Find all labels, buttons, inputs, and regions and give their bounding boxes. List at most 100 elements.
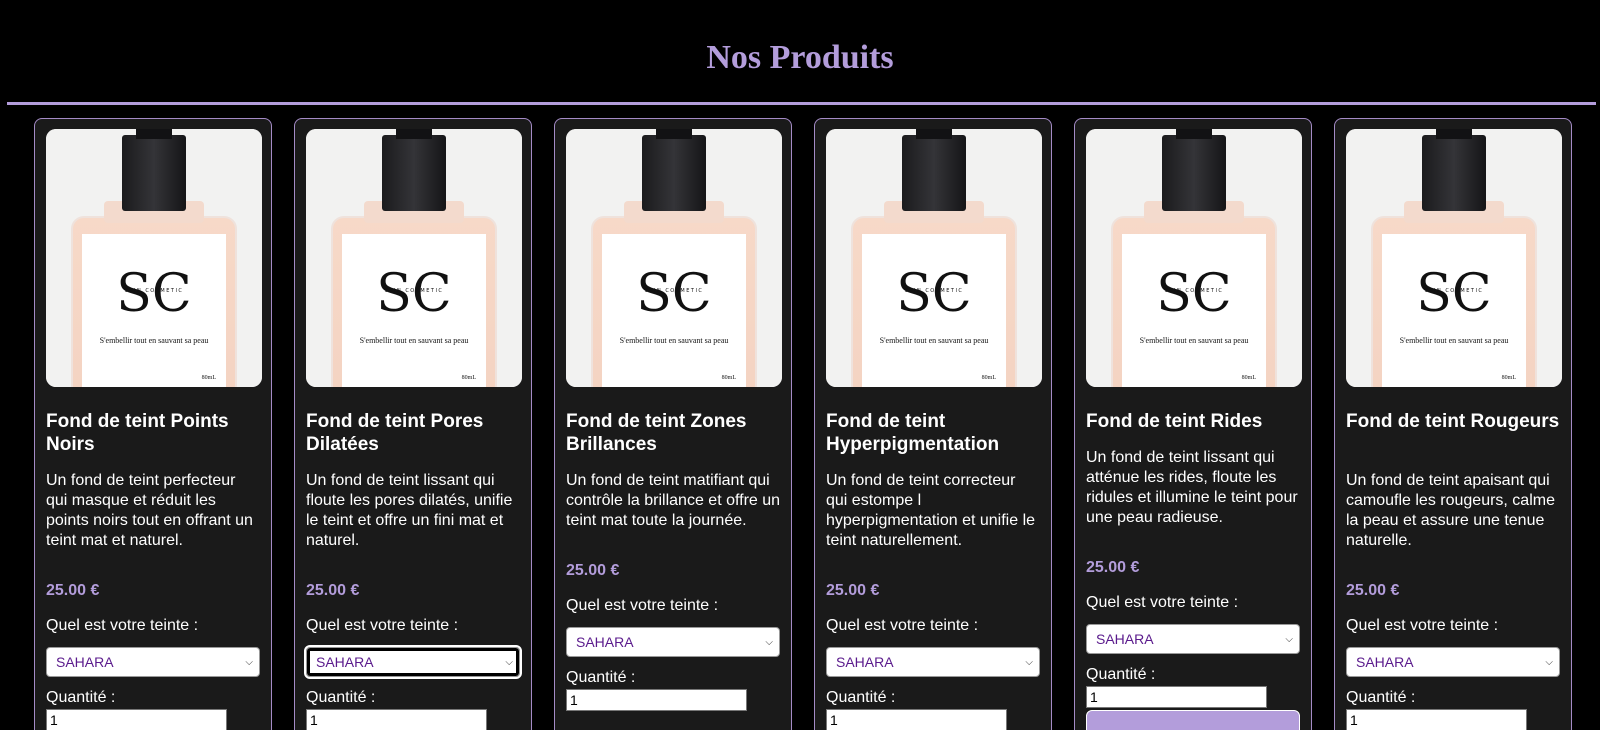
bottle-illustration: SCSKIN COSMETIC S'embellir tout en sauvan…	[826, 129, 1042, 387]
label-slogan: S'embellir tout en sauvant sa peau	[880, 336, 989, 345]
product-card: SC SKIN COSMETIC S'embellir tout en sauvan…	[1334, 118, 1572, 730]
label-volume: 80mL	[202, 375, 217, 381]
label-slogan: S'embellir tout en sauvant sa peau	[1140, 336, 1249, 345]
bottle-illustration: SCSKIN COSMETIC S'embellir tout en sauvan…	[1086, 129, 1302, 387]
label-volume: 80mL	[1242, 375, 1257, 381]
bottle-illustration: SCSKIN COSMETIC S'embellir tout en sauvan…	[566, 129, 782, 387]
product-price: 25.00 €	[306, 582, 360, 599]
bottle-illustration: SCSKIN COSMETIC S'embellir tout en sauvan…	[306, 129, 522, 387]
quantity-input[interactable]: 1	[306, 709, 487, 730]
product-card: SC SKIN COSMETIC S'embellir tout en sauvan…	[1074, 118, 1312, 730]
logo-brand-text: SKIN COSMETIC	[1425, 288, 1484, 294]
shade-label: Quel est votre teinte :	[306, 617, 459, 634]
product-price: 25.00 €	[1086, 559, 1140, 576]
product-card: SC SKIN COSMETIC S'embellir tout en sauvan…	[34, 118, 272, 730]
quantity-input[interactable]: 1	[566, 689, 747, 711]
logo-monogram: SC	[1416, 264, 1491, 324]
product-description: Un fond de teint apaisant qui camoufle l…	[1346, 472, 1555, 549]
logo-brand-text: SKIN COSMETIC	[905, 288, 964, 294]
product-price: 25.00 €	[1346, 582, 1400, 599]
product-image: SC SKIN COSMETIC S'embellir tout en sauvan…	[46, 129, 262, 387]
shade-select[interactable]: SAHARA ⌵	[304, 645, 522, 679]
logo-monogram: SC	[376, 264, 451, 324]
product-description: Un fond de teint correcteur qui estompe …	[826, 472, 1036, 549]
logo-monogram: SC	[1156, 264, 1231, 324]
shade-label: Quel est votre teinte :	[566, 597, 719, 614]
logo-monogram: SC	[636, 264, 711, 324]
shade-select[interactable]: SAHARA ⌵	[46, 647, 260, 677]
product-price: 25.00 €	[46, 582, 100, 599]
chevron-down-icon: ⌵	[1025, 656, 1033, 668]
shade-select[interactable]: SAHARA ⌵	[566, 627, 780, 657]
shade-label: Quel est votre teinte :	[46, 617, 199, 634]
logo-brand-text: SKIN COSMETIC	[645, 288, 704, 294]
product-description: Un fond de teint lissant qui floute les …	[306, 472, 513, 549]
product-card: SC SKIN COSMETIC S'embellir tout en sauvan…	[294, 118, 532, 730]
product-name: Fond de teint Zones Brillances	[566, 411, 747, 455]
label-slogan: S'embellir tout en sauvant sa peau	[1400, 336, 1509, 345]
shade-select-value: SAHARA	[56, 654, 114, 670]
quantity-input[interactable]: 1	[826, 709, 1007, 730]
product-name: Fond de teint Hyperpigmentation	[826, 411, 1000, 455]
logo-monogram: SC	[896, 264, 971, 324]
quantity-label: Quantité :	[566, 669, 636, 686]
label-volume: 80mL	[1502, 375, 1517, 381]
quantity-label: Quantité :	[826, 689, 896, 706]
shade-select-value: SAHARA	[576, 634, 634, 650]
product-image: SC SKIN COSMETIC S'embellir tout en sauvan…	[826, 129, 1042, 387]
quantity-input[interactable]: 1	[46, 709, 227, 730]
product-name: Fond de teint Pores Dilatées	[306, 411, 484, 455]
product-description: Un fond de teint perfecteur qui masque e…	[46, 472, 253, 549]
product-name: Fond de teint Rides	[1086, 411, 1263, 432]
chevron-down-icon: ⌵	[765, 636, 773, 648]
page-title: Nos Produits	[706, 39, 894, 76]
quantity-label: Quantité :	[306, 689, 376, 706]
shade-select[interactable]: SAHARA ⌵	[1346, 647, 1560, 677]
add-to-cart-button[interactable]	[1086, 710, 1300, 730]
product-image: SC SKIN COSMETIC S'embellir tout en sauvan…	[306, 129, 522, 387]
product-card: SC SKIN COSMETIC S'embellir tout en sauvan…	[554, 118, 792, 730]
product-price: 25.00 €	[826, 582, 880, 599]
chevron-down-icon: ⌵	[1285, 633, 1293, 645]
product-name: Fond de teint Points Noirs	[46, 411, 229, 455]
bottle-illustration: SCSKIN COSMETIC S'embellir tout en sauvan…	[1346, 129, 1562, 387]
product-card: SC SKIN COSMETIC S'embellir tout en sauvan…	[814, 118, 1052, 730]
product-description: Un fond de teint lissant qui atténue les…	[1086, 449, 1298, 526]
header-divider	[7, 102, 1596, 105]
quantity-label: Quantité :	[46, 689, 116, 706]
logo-brand-text: SKIN COSMETIC	[1165, 288, 1224, 294]
logo-brand-text: SKIN COSMETIC	[385, 288, 444, 294]
product-image: SC SKIN COSMETIC S'embellir tout en sauvan…	[1086, 129, 1302, 387]
quantity-input[interactable]: 1	[1086, 686, 1267, 708]
logo-brand-text: SKIN COSMETIC	[125, 288, 184, 294]
chevron-down-icon: ⌵	[505, 656, 513, 668]
label-volume: 80mL	[462, 375, 477, 381]
label-volume: 80mL	[722, 375, 737, 381]
label-slogan: S'embellir tout en sauvant sa peau	[360, 336, 469, 345]
page-header: Nos Produits	[0, 0, 1600, 100]
product-grid: SC SKIN COSMETIC S'embellir tout en sauvan…	[34, 118, 1572, 730]
shade-select[interactable]: SAHARA ⌵	[826, 647, 1040, 677]
quantity-label: Quantité :	[1346, 689, 1416, 706]
shade-label: Quel est votre teinte :	[826, 617, 979, 634]
shade-select-value: SAHARA	[316, 654, 374, 670]
chevron-down-icon: ⌵	[245, 656, 253, 668]
shade-select-value: SAHARA	[1356, 654, 1414, 670]
product-image: SC SKIN COSMETIC S'embellir tout en sauvan…	[566, 129, 782, 387]
product-description: Un fond de teint matifiant qui contrôle …	[566, 472, 781, 529]
chevron-down-icon: ⌵	[1545, 656, 1553, 668]
product-name: Fond de teint Rougeurs	[1346, 411, 1560, 432]
quantity-input[interactable]: 1	[1346, 709, 1527, 730]
shade-label: Quel est votre teinte :	[1086, 594, 1239, 611]
shade-label: Quel est votre teinte :	[1346, 617, 1499, 634]
quantity-label: Quantité :	[1086, 666, 1156, 683]
shade-select[interactable]: SAHARA ⌵	[1086, 624, 1300, 654]
label-slogan: S'embellir tout en sauvant sa peau	[100, 336, 209, 345]
shade-select-value: SAHARA	[836, 654, 894, 670]
shade-select-value: SAHARA	[1096, 631, 1154, 647]
bottle-illustration: SCSKIN COSMETIC S'embellir tout en sauvan…	[46, 129, 262, 387]
product-price: 25.00 €	[566, 562, 620, 579]
label-volume: 80mL	[982, 375, 997, 381]
label-slogan: S'embellir tout en sauvant sa peau	[620, 336, 729, 345]
product-image: SC SKIN COSMETIC S'embellir tout en sauvan…	[1346, 129, 1562, 387]
